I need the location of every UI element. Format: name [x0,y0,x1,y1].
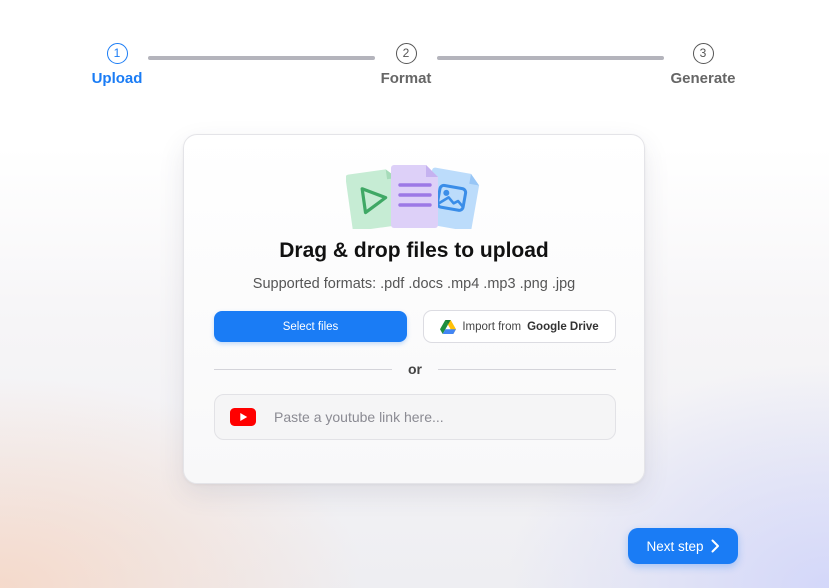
youtube-icon [230,408,256,426]
google-drive-icon [440,319,457,334]
step-number: 1 [106,43,128,64]
step-format[interactable]: 2 Format [374,43,438,87]
step-number: 2 [395,43,417,64]
next-step-button[interactable]: Next step [628,528,738,564]
youtube-link-field[interactable] [214,394,616,440]
step-upload[interactable]: 1 Upload [89,43,145,87]
next-step-label: Next step [646,538,704,554]
step-connector [148,56,375,60]
document-files-icon [346,165,480,229]
step-generate[interactable]: 3 Generate [664,43,742,87]
upload-title: Drag & drop files to upload [279,239,549,262]
step-label: Upload [91,70,143,87]
divider-line [438,369,616,370]
select-files-label: Select files [282,320,339,333]
chevron-right-icon [711,539,719,553]
supported-formats: Supported formats: .pdf .docs .mp4 .mp3 … [252,276,576,292]
step-connector [437,56,664,60]
select-files-button[interactable]: Select files [214,311,407,342]
step-number: 3 [692,43,714,64]
upload-dropzone-card[interactable]: Drag & drop files to upload Supported fo… [183,134,645,484]
import-google-drive-button[interactable]: Import from Google Drive [423,310,616,343]
progress-stepper: 1 Upload 2 Format 3 Generate [0,0,829,100]
import-drive-prefix: Import from [462,320,522,333]
step-label: Generate [670,70,736,87]
import-drive-brand: Google Drive [527,320,599,333]
or-divider: or [214,361,616,379]
youtube-link-input[interactable] [274,402,615,432]
step-label: Format [380,70,432,87]
